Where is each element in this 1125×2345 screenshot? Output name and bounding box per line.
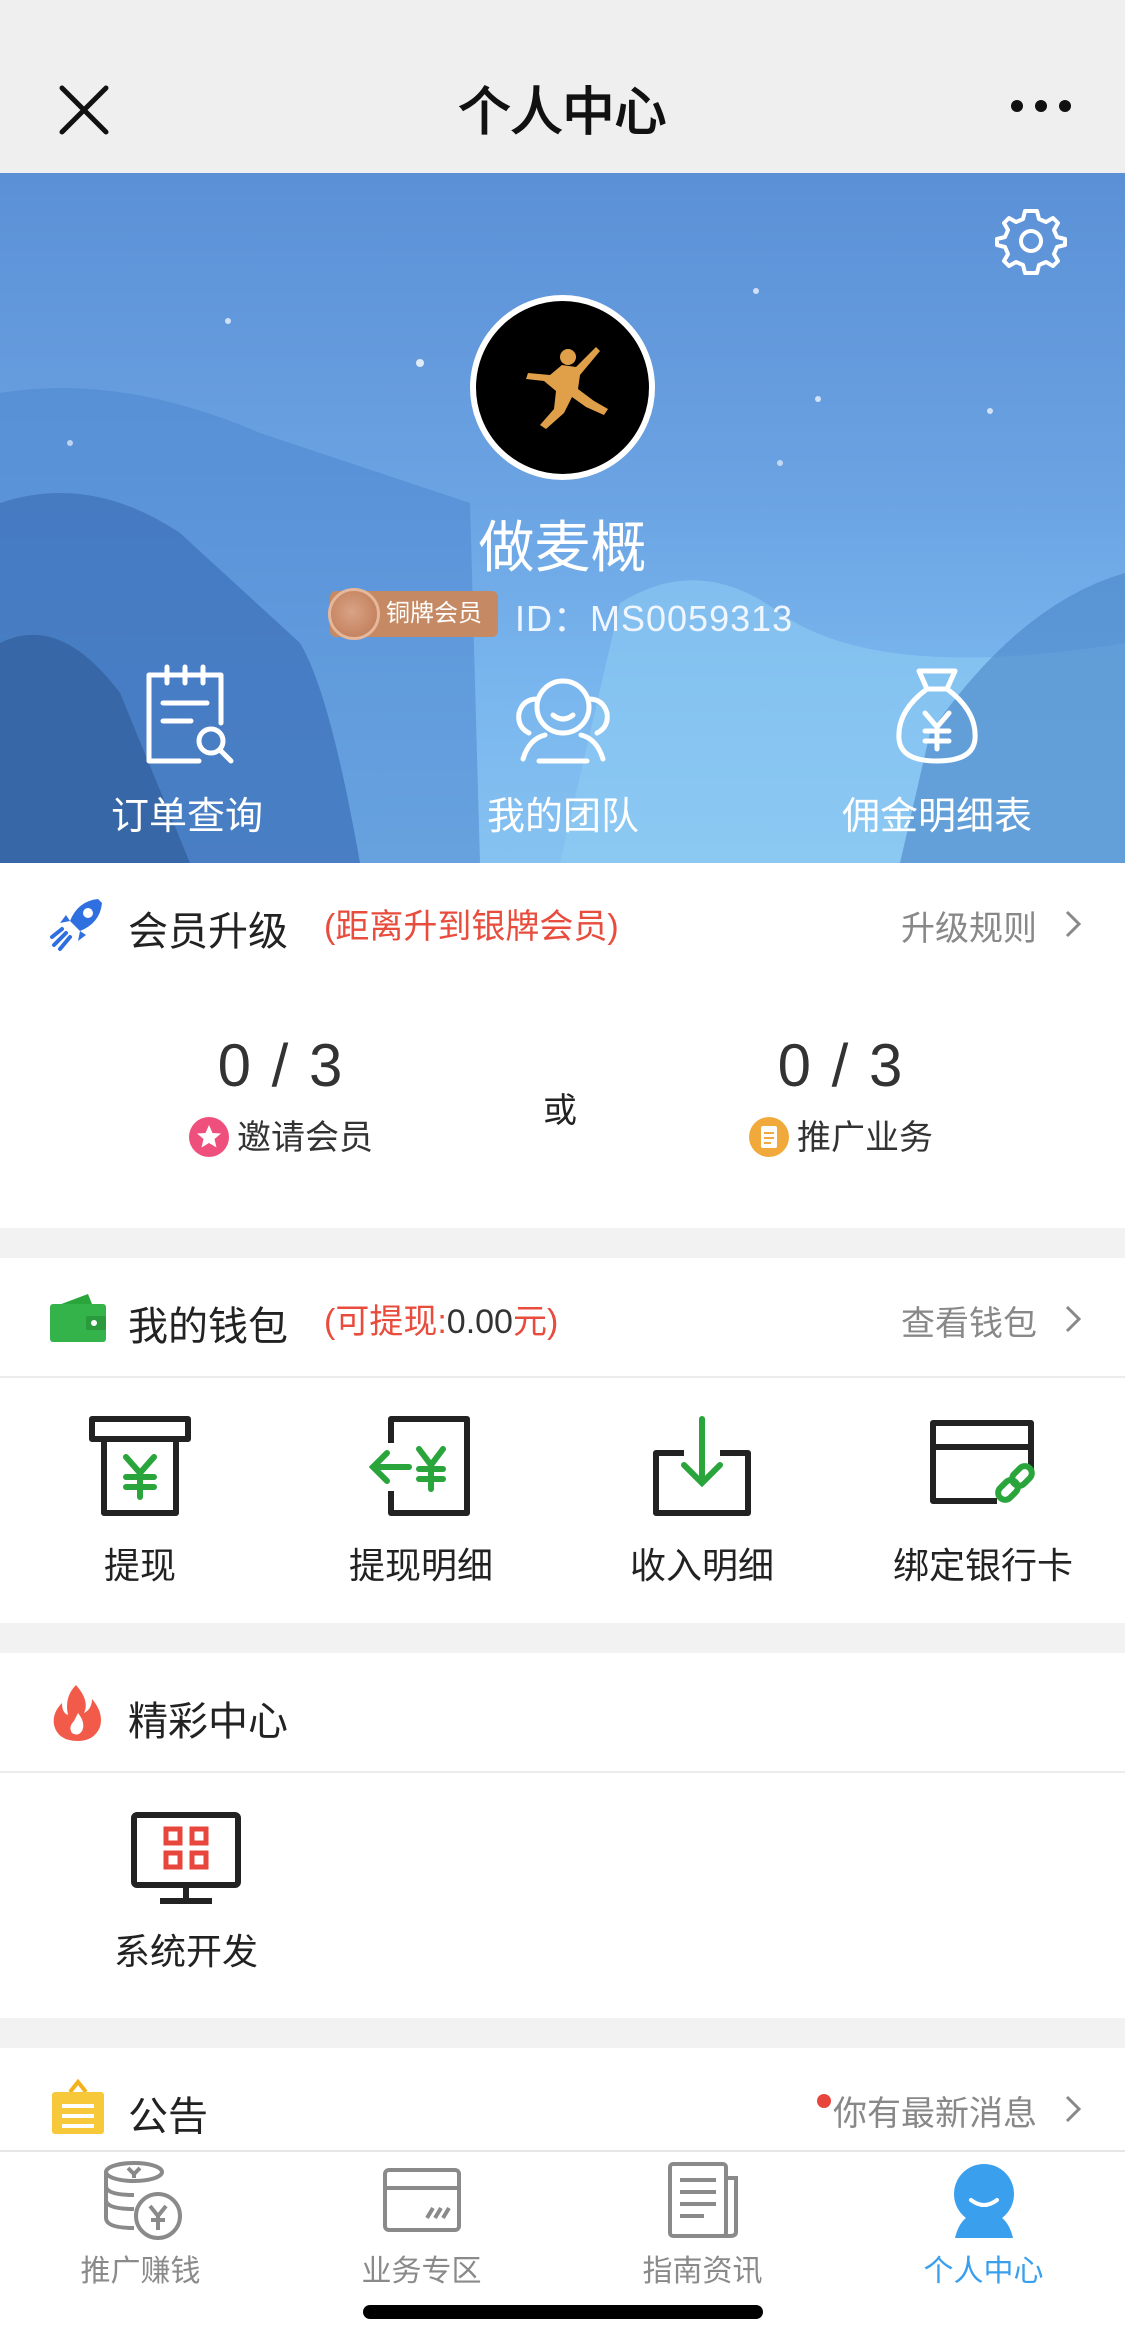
- wallet-header: 我的钱包 (可提现:0.00元) 查看钱包: [0, 1258, 1125, 1376]
- member-upgrade-card: 会员升级 (距离升到银牌会员) 升级规则 0 / 3 邀请会员 或 0 / 3 …: [0, 863, 1125, 1228]
- upgrade-rules-link[interactable]: 升级规则: [901, 901, 1037, 950]
- member-upgrade-header: 会员升级 (距离升到银牌会员) 升级规则: [0, 863, 1125, 981]
- withdrawable-suffix: 元): [512, 1303, 559, 1341]
- tab-business-zone[interactable]: 业务专区: [281, 2160, 562, 2290]
- member-upgrade-title: 会员升级: [128, 910, 288, 954]
- bind-card-icon: [930, 1420, 1035, 1504]
- chevron-right-icon[interactable]: [1063, 2094, 1085, 2124]
- settings-gear-icon[interactable]: [995, 205, 1067, 277]
- featured-center-title: 精彩中心: [128, 1700, 288, 1744]
- coins-icon: [103, 2161, 182, 2240]
- promote-business-count: 0 / 3: [777, 1032, 905, 1099]
- tab-personal-center-label: 个人中心: [923, 2255, 1044, 2288]
- view-wallet-link[interactable]: 查看钱包: [901, 1296, 1037, 1345]
- bronze-medal-icon: [328, 588, 380, 640]
- profile-header: 做麦概 铜牌会员 ID：MS0059313 订单查询 我的团队 佣金明细表: [0, 173, 1125, 863]
- tab-promote-earn-label: 推广赚钱: [80, 2255, 201, 2288]
- member-level-label: 铜牌会员: [386, 600, 482, 627]
- commission-detail-label: 佣金明细表: [841, 796, 1032, 838]
- notice-header[interactable]: 公告 你有最新消息: [0, 2048, 1125, 2166]
- jumpman-logo: [526, 347, 608, 429]
- rocket-icon: [50, 899, 102, 951]
- featured-center-card: 精彩中心 系统开发: [0, 1653, 1125, 2018]
- fire-icon: [53, 1685, 101, 1741]
- withdraw-detail-button[interactable]: 提现明细: [281, 1413, 561, 1589]
- tab-personal-center[interactable]: 个人中心: [843, 2160, 1124, 2290]
- wallet-card: 我的钱包 (可提现:0.00元) 查看钱包 提现 提现明细 收入明细 绑定银行卡: [0, 1258, 1125, 1623]
- promote-business-label: 推广业务: [797, 1119, 933, 1157]
- member-level-badge: 铜牌会员: [328, 588, 498, 640]
- withdrawable-amount: 0.00: [446, 1303, 513, 1341]
- person-icon: [953, 2164, 1014, 2238]
- withdraw-detail-label: 提现明细: [348, 1545, 493, 1586]
- avatar[interactable]: [470, 295, 655, 480]
- wallet-title: 我的钱包: [128, 1305, 288, 1349]
- wallet-icon: [50, 1294, 106, 1342]
- bind-bank-card-button[interactable]: 绑定银行卡: [843, 1413, 1123, 1589]
- unread-dot: [817, 2094, 831, 2108]
- withdraw-label: 提现: [103, 1545, 176, 1586]
- star-icon: [189, 1117, 229, 1157]
- order-search-icon: [146, 664, 234, 764]
- card-icon: [382, 2168, 461, 2232]
- system-development-button[interactable]: 系统开发: [46, 1811, 326, 1975]
- latest-message-link[interactable]: 你有最新消息: [833, 2086, 1037, 2135]
- my-team-label: 我的团队: [486, 796, 639, 838]
- featured-center-header: 精彩中心: [0, 1653, 1125, 1771]
- notice-card: 公告 你有最新消息: [0, 2048, 1125, 2150]
- notice-title: 公告: [128, 2095, 208, 2139]
- invite-members-progress: 0 / 3 邀请会员: [121, 1031, 441, 1159]
- withdraw-icon: [89, 1416, 191, 1516]
- home-indicator[interactable]: [363, 2305, 763, 2319]
- username: 做麦概: [478, 516, 647, 579]
- more-icon[interactable]: [1009, 96, 1073, 116]
- nav-bar: 个人中心: [0, 0, 1125, 173]
- withdrawable-prefix: (可提现:: [324, 1303, 447, 1341]
- chevron-right-icon[interactable]: [1063, 1304, 1085, 1334]
- income-detail-icon: [653, 1416, 751, 1516]
- withdrawable-balance: (可提现:0.00元): [324, 1294, 558, 1343]
- user-id: ID：MS0059313: [515, 598, 794, 639]
- news-icon: [667, 2162, 738, 2238]
- tab-promote-earn[interactable]: 推广赚钱: [0, 2160, 281, 2290]
- notice-board-icon: [52, 2078, 104, 2134]
- or-separator: 或: [543, 1092, 577, 1130]
- team-icon: [516, 678, 610, 764]
- document-icon: [749, 1117, 789, 1157]
- invite-members-label: 邀请会员: [237, 1119, 373, 1157]
- chevron-right-icon[interactable]: [1063, 909, 1085, 939]
- tab-guide-news-label: 指南资讯: [642, 2255, 763, 2288]
- withdraw-detail-icon: [369, 1416, 470, 1516]
- income-detail-label: 收入明细: [629, 1545, 774, 1586]
- upgrade-target-hint: (距离升到银牌会员): [324, 908, 619, 946]
- income-detail-button[interactable]: 收入明细: [562, 1413, 842, 1589]
- invite-members-count: 0 / 3: [217, 1032, 345, 1099]
- promote-business-progress: 0 / 3 推广业务: [681, 1031, 1001, 1159]
- money-bag-icon: [896, 668, 978, 764]
- withdraw-button[interactable]: 提现: [0, 1413, 280, 1589]
- divider: [0, 1771, 1125, 1773]
- tab-guide-news[interactable]: 指南资讯: [562, 2160, 843, 2290]
- commission-detail-button[interactable]: 佣金明细表: [807, 663, 1067, 840]
- tab-business-zone-label: 业务专区: [361, 2255, 482, 2288]
- monitor-icon: [131, 1812, 241, 1904]
- system-development-label: 系统开发: [113, 1931, 258, 1972]
- bind-bank-card-label: 绑定银行卡: [892, 1545, 1073, 1586]
- order-search-button[interactable]: 订单查询: [57, 663, 317, 840]
- page-title: 个人中心: [458, 84, 667, 142]
- divider: [0, 1376, 1125, 1378]
- my-team-button[interactable]: 我的团队: [433, 663, 693, 840]
- order-search-label: 订单查询: [110, 796, 263, 838]
